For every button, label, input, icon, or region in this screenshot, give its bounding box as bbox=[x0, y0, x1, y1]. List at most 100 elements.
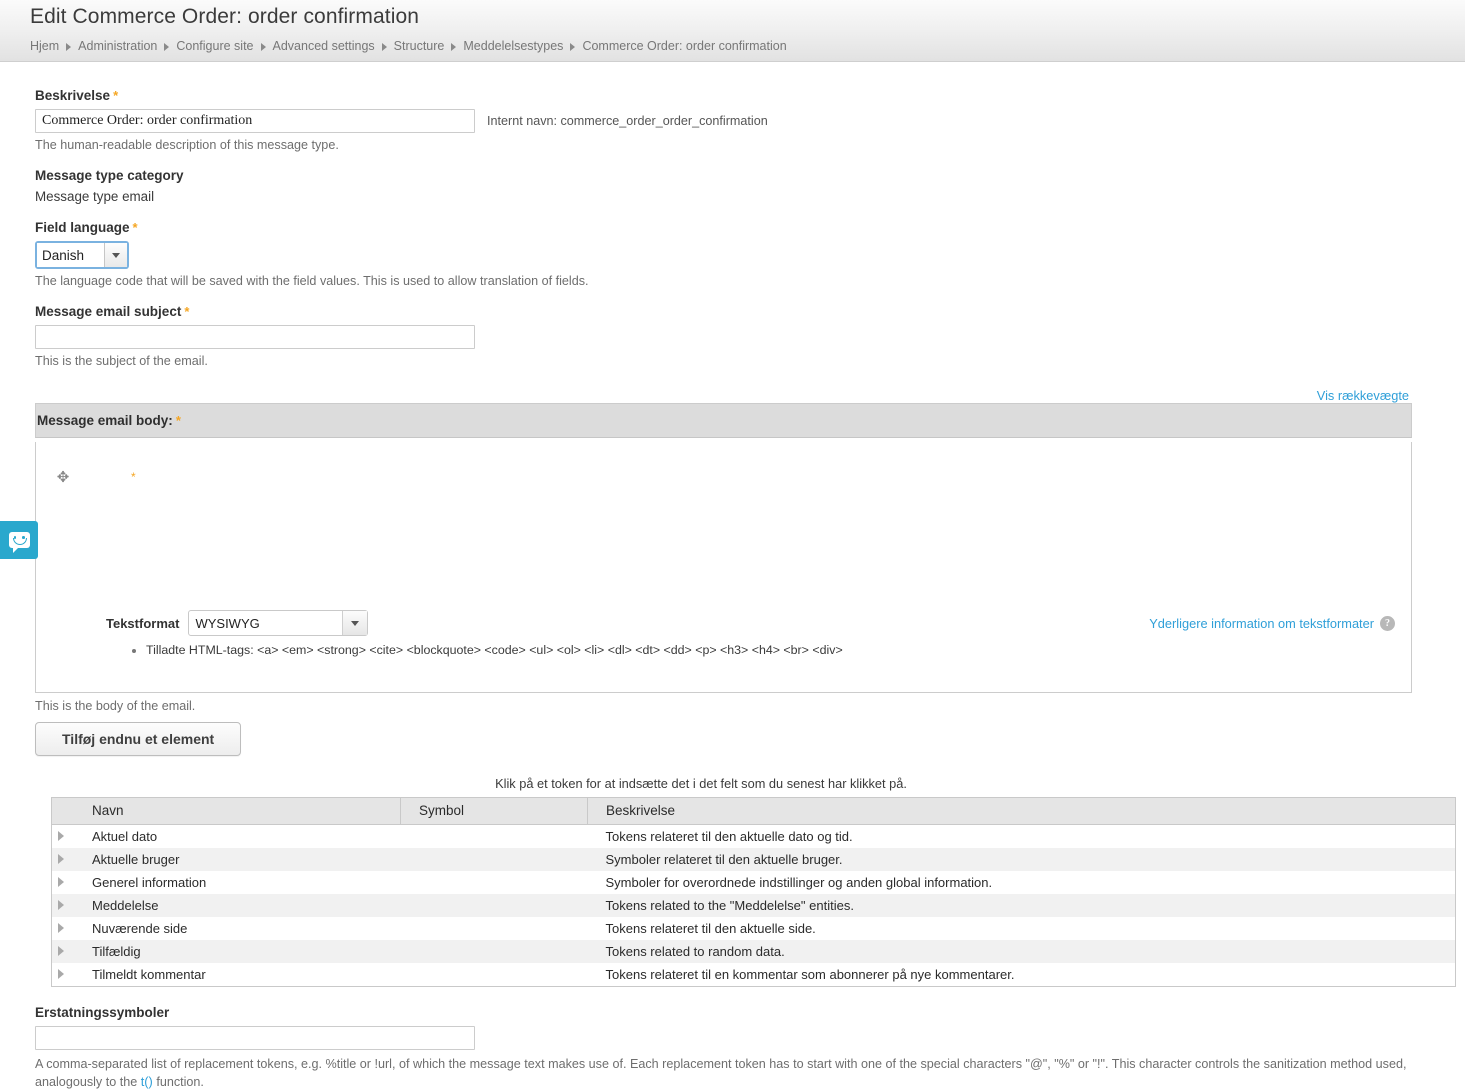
token-col-name: Navn bbox=[74, 797, 401, 825]
message-email-subject-group: Message email subject * This is the subje… bbox=[35, 304, 1437, 368]
description-row: Internt navn: commerce_order_order_confi… bbox=[35, 109, 1437, 133]
token-expand-cell[interactable] bbox=[52, 894, 75, 917]
token-expand-cell[interactable] bbox=[52, 917, 75, 940]
token-expand-cell[interactable] bbox=[52, 848, 75, 871]
triangle-right-icon[interactable] bbox=[58, 854, 64, 864]
token-expand-cell[interactable] bbox=[52, 963, 75, 987]
triangle-right-icon[interactable] bbox=[58, 969, 64, 979]
token-col-expand bbox=[51, 797, 74, 825]
token-table: Navn Symbol Beskrivelse Aktuel dato Toke… bbox=[51, 797, 1456, 987]
text-format-help: Yderligere information om tekstformater … bbox=[1149, 615, 1395, 631]
page-header: Edit Commerce Order: order confirmation … bbox=[0, 0, 1465, 62]
token-name-cell[interactable]: Aktuel dato bbox=[74, 825, 401, 849]
required-marker: * bbox=[131, 470, 136, 484]
breadcrumb-item-current: Commerce Order: order confirmation bbox=[582, 39, 787, 53]
token-table-header-row: Navn Symbol Beskrivelse bbox=[51, 797, 1456, 825]
breadcrumb-item-advanced-settings[interactable]: Advanced settings bbox=[273, 39, 375, 53]
token-name-cell[interactable]: Tilfældig bbox=[74, 940, 401, 963]
table-row[interactable]: Tilfældig Tokens related to random data. bbox=[51, 940, 1456, 963]
field-language-group: Field language * Danish The language code… bbox=[35, 220, 1437, 288]
table-row[interactable]: Aktuel dato Tokens relateret til den akt… bbox=[51, 824, 1456, 849]
token-name-cell[interactable]: Meddelelse bbox=[74, 894, 401, 917]
text-format-select[interactable]: WYSIWYG bbox=[188, 610, 369, 636]
token-name-cell[interactable]: Tilmeldt kommentar bbox=[74, 963, 401, 987]
token-expand-cell[interactable] bbox=[52, 825, 75, 849]
breadcrumb-item-hjem[interactable]: Hjem bbox=[30, 39, 59, 53]
message-email-subject-label-text: Message email subject bbox=[35, 304, 182, 319]
drag-handle-icon[interactable]: ✥ bbox=[55, 470, 71, 486]
message-email-subject-label: Message email subject * bbox=[35, 304, 1437, 319]
description-label: Beskrivelse * bbox=[35, 88, 1437, 103]
description-input[interactable] bbox=[35, 109, 475, 133]
token-table-body: Aktuel dato Tokens relateret til den akt… bbox=[51, 824, 1456, 987]
table-row[interactable]: Tilmeldt kommentar Tokens relateret til … bbox=[51, 963, 1456, 987]
token-name-cell[interactable]: Generel information bbox=[74, 871, 401, 894]
triangle-right-icon[interactable] bbox=[58, 946, 64, 956]
token-name-cell[interactable]: Nuværende side bbox=[74, 917, 401, 940]
description-label-text: Beskrivelse bbox=[35, 88, 111, 103]
token-symbol-cell bbox=[401, 894, 588, 917]
token-description-cell: Symboler relateret til den aktuelle brug… bbox=[605, 852, 843, 867]
required-marker: * bbox=[132, 220, 138, 235]
table-row[interactable]: Nuværende side Tokens relateret til den … bbox=[51, 917, 1456, 940]
replacement-tokens-help-part2: function. bbox=[152, 1075, 204, 1089]
table-row[interactable]: Generel information Symboler for overord… bbox=[51, 871, 1456, 894]
t-function-link[interactable]: t() bbox=[141, 1074, 153, 1089]
replacement-tokens-input[interactable] bbox=[35, 1026, 475, 1050]
field-language-help: The language code that will be saved wit… bbox=[35, 274, 589, 288]
breadcrumb-item-administration[interactable]: Administration bbox=[78, 39, 157, 53]
allowed-tags-list: Tilladte HTML-tags: <a> <em> <strong> <c… bbox=[128, 642, 843, 658]
triangle-right-icon[interactable] bbox=[58, 877, 64, 887]
allowed-tags-item: Tilladte HTML-tags: <a> <em> <strong> <c… bbox=[146, 642, 843, 658]
token-col-description: Beskrivelse bbox=[587, 797, 1456, 825]
replacement-tokens-help: A comma-separated list of replacement to… bbox=[35, 1056, 1435, 1091]
breadcrumb-item-meddelelsestypes[interactable]: Meddelelsestypes bbox=[463, 39, 563, 53]
chevron-right-icon bbox=[451, 43, 457, 51]
token-expand-cell[interactable] bbox=[52, 940, 75, 963]
text-format-more-info-link[interactable]: Yderligere information om tekstformater bbox=[1149, 616, 1374, 631]
token-description-cell: Tokens related to random data. bbox=[605, 944, 785, 959]
token-symbol-cell bbox=[401, 825, 588, 849]
token-name-cell[interactable]: Aktuelle bruger bbox=[74, 848, 401, 871]
message-type-category-group: Message type category Message type email bbox=[35, 168, 1437, 204]
add-another-item-button[interactable]: Tilføj endnu et element bbox=[35, 722, 242, 756]
replacement-tokens-label: Erstatningssymboler bbox=[35, 1005, 170, 1020]
required-marker: * bbox=[175, 413, 181, 428]
text-format-row: Tekstformat WYSIWYG Yderligere informati… bbox=[106, 610, 1395, 636]
chat-bubble-icon bbox=[8, 532, 30, 553]
text-format-selected-value: WYSIWYG bbox=[195, 615, 260, 631]
feedback-tab-button[interactable] bbox=[0, 521, 38, 559]
chevron-down-icon[interactable] bbox=[104, 243, 127, 267]
triangle-right-icon[interactable] bbox=[58, 831, 64, 841]
chevron-down-icon[interactable] bbox=[342, 611, 368, 635]
field-language-select[interactable]: Danish bbox=[35, 241, 129, 269]
message-email-subject-help: This is the subject of the email. bbox=[35, 354, 208, 368]
replacement-tokens-help-part1: A comma-separated list of replacement to… bbox=[35, 1057, 1407, 1089]
breadcrumb-item-configure-site[interactable]: Configure site bbox=[176, 39, 253, 53]
help-question-icon[interactable]: ? bbox=[1380, 615, 1395, 631]
text-format-label: Tekstformat bbox=[106, 615, 180, 631]
triangle-right-icon[interactable] bbox=[58, 900, 64, 910]
token-expand-cell[interactable] bbox=[52, 871, 75, 894]
show-row-weights-link[interactable]: Vis rækkevægte bbox=[1317, 388, 1409, 403]
message-type-category-value: Message type email bbox=[35, 189, 155, 204]
message-email-body-group: Message email body: * ✥ * Tekstformat WYS… bbox=[35, 403, 1412, 713]
table-row[interactable]: Meddelelse Tokens related to the "Meddel… bbox=[51, 894, 1456, 917]
message-email-body-editor-area: ✥ * Tekstformat WYSIWYG Yderligere infor… bbox=[36, 442, 1411, 692]
required-marker: * bbox=[184, 304, 190, 319]
message-email-body-help: This is the body of the email. bbox=[35, 699, 196, 713]
replacement-tokens-group: Erstatningssymboler A comma-separated li… bbox=[35, 1005, 1437, 1091]
token-col-symbol: Symbol bbox=[400, 797, 588, 825]
field-language-label-text: Field language bbox=[35, 220, 130, 235]
message-email-subject-input[interactable] bbox=[35, 325, 475, 349]
token-description-cell: Tokens relateret til den aktuelle dato o… bbox=[605, 829, 853, 844]
triangle-right-icon[interactable] bbox=[58, 923, 64, 933]
message-email-body-title-text: Message email body: bbox=[37, 413, 173, 428]
token-description-cell: Tokens relateret til en kommentar som ab… bbox=[605, 967, 1015, 982]
page-title: Edit Commerce Order: order confirmation bbox=[30, 5, 420, 28]
table-row[interactable]: Aktuelle bruger Symboler relateret til d… bbox=[51, 848, 1456, 871]
internal-name-text: Internt navn: commerce_order_order_confi… bbox=[487, 114, 768, 128]
description-help: The human-readable description of this m… bbox=[35, 138, 339, 152]
breadcrumb-item-structure[interactable]: Structure bbox=[394, 39, 445, 53]
required-marker: * bbox=[113, 88, 119, 103]
